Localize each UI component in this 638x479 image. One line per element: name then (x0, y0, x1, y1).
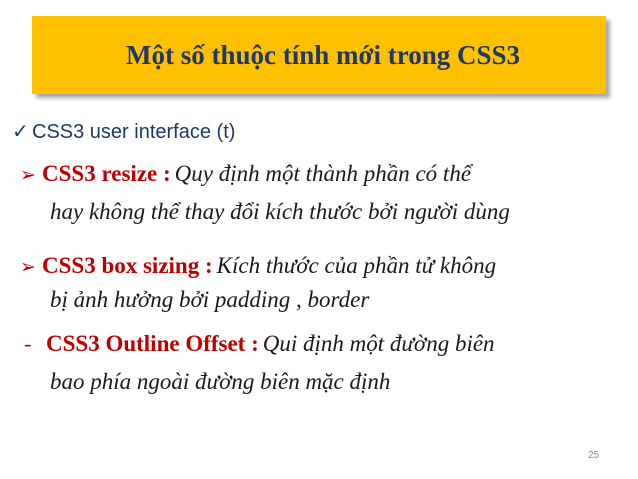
term-description: Quy định một thành phần có thể (174, 161, 472, 186)
checkmark-icon: ✓ (12, 121, 29, 143)
title-banner: Một số thuộc tính mới trong CSS3 (32, 16, 606, 94)
page-number: 25 (588, 450, 600, 461)
slide-title: Một số thuộc tính mới trong CSS3 (126, 39, 520, 70)
arrow-bullet-icon: ➢ (20, 164, 36, 186)
term-label: CSS3 Outline Offset : (46, 331, 259, 356)
term-description: Kích thước của phần tử không (216, 253, 497, 278)
term-label: CSS3 resize : (42, 161, 171, 186)
subheading-text: CSS3 user interface (t) (32, 121, 236, 143)
term-description-continued: bao phía ngoài đường biên mặc định (50, 369, 391, 394)
term-description-continued: bị ảnh hưởng bởi padding , border (50, 287, 370, 312)
term-description-continued: hay không thể thay đổi kích thước bởi ng… (50, 199, 510, 224)
list-item-outline-offset: - CSS3 Outline Offset : Qui định một đườn… (24, 331, 495, 357)
list-item-resize: ➢ CSS3 resize : Quy định một thành phần c… (20, 161, 471, 187)
dash-bullet: - (24, 331, 32, 356)
subheading: ✓ CSS3 user interface (t) (12, 119, 235, 144)
term-label: CSS3 box sizing : (42, 253, 213, 278)
list-item-box-sizing: ➢ CSS3 box sizing : Kích thước của phần t… (20, 253, 496, 279)
term-description: Qui định một đường biên (262, 331, 495, 356)
arrow-bullet-icon: ➢ (20, 256, 36, 278)
